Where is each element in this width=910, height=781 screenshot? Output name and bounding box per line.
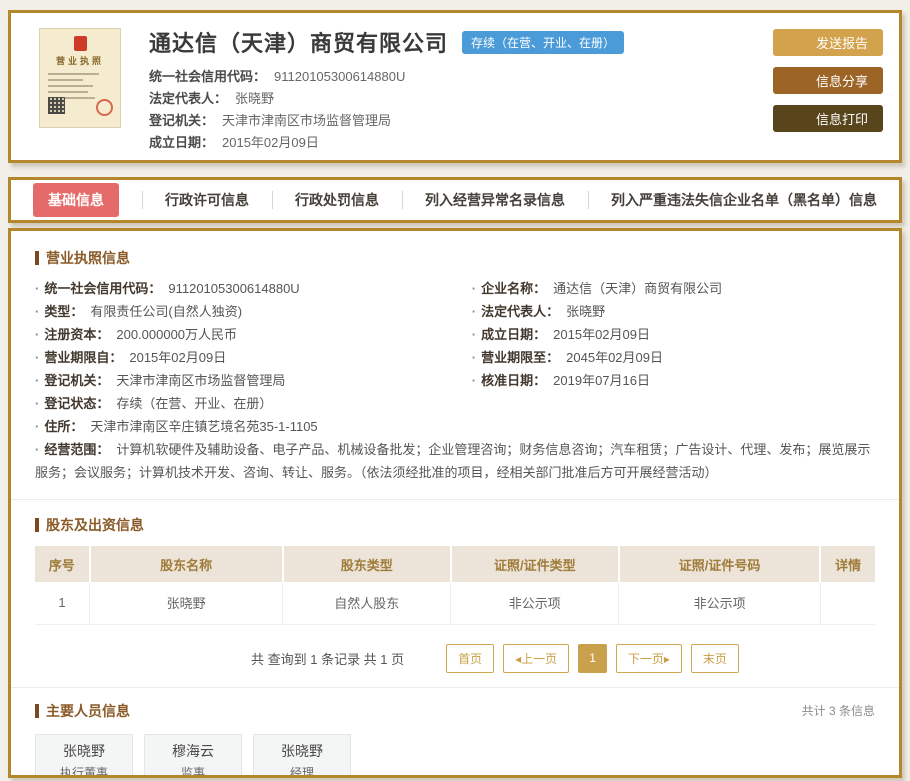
cell-name: 张晓野 [89, 582, 284, 625]
business-license-image: 营业执照 [39, 28, 121, 128]
field-term-to: 营业期限至：2045年02月09日 [472, 346, 875, 369]
header-field-credit-code: 统一社会信用代码： 91120105300614880U [149, 69, 406, 84]
print-info-button[interactable]: 信息打印 [773, 105, 883, 132]
personnel-role: 监事 [180, 765, 205, 778]
personnel-name: 张晓野 [63, 742, 105, 759]
table-header-row: 序号 股东名称 股东类型 证照/证件类型 证照/证件号码 详情 [35, 546, 875, 582]
field-credit-code: 统一社会信用代码：91120105300614880U [35, 277, 472, 300]
tab-divider [587, 191, 589, 209]
cell-type: 自然人股东 [282, 582, 452, 625]
red-seal-icon [96, 99, 113, 116]
tab-basic-info[interactable]: 基础信息 [33, 183, 119, 217]
last-page-button[interactable]: 末页 [690, 643, 739, 673]
shareholders-section: 股东及出资信息 序号 股东名称 股东类型 证照/证件类型 证照/证件号码 详情 … [11, 499, 899, 673]
tab-admin-license[interactable]: 行政许可信息 [165, 190, 249, 210]
personnel-section-title: 主要人员信息 [35, 701, 130, 721]
company-header-card: 营业执照 通达信（天津）商贸有限公司 存续（在营、开业、在册） 统一社会信用代码… [8, 10, 902, 163]
shareholders-section-title: 股东及出资信息 [35, 515, 875, 535]
first-page-button[interactable]: 首页 [446, 643, 495, 673]
field-registration-status: 登记状态：存续（在营、开业、在册） [35, 392, 472, 415]
company-summary: 通达信（天津）商贸有限公司 存续（在营、开业、在册） 统一社会信用代码： 9112… [149, 26, 773, 150]
field-term-from: 营业期限自：2015年02月09日 [35, 346, 472, 369]
col-index: 序号 [35, 546, 91, 582]
shareholders-table: 序号 股东名称 股东类型 证照/证件类型 证照/证件号码 详情 1 张晓野 自然… [35, 546, 875, 625]
col-cert-number: 证照/证件号码 [618, 546, 822, 582]
field-approval-date: 核准日期：2019年07月16日 [472, 369, 875, 392]
field-registered-capital: 注册资本：200.000000万人民币 [35, 323, 472, 346]
personnel-section: 主要人员信息 共计 3 条信息 张晓野 执行董事 穆海云 监事 张晓野 经理 [11, 686, 899, 778]
tab-divider [141, 191, 143, 209]
cell-index: 1 [35, 582, 91, 625]
personnel-name: 穆海云 [172, 742, 214, 759]
current-page-button[interactable]: 1 [578, 643, 607, 673]
personnel-cards: 张晓野 执行董事 穆海云 监事 张晓野 经理 [35, 733, 875, 778]
header-field-established: 成立日期： 2015年02月09日 [149, 135, 319, 150]
personnel-card[interactable]: 穆海云 监事 [144, 733, 242, 778]
personnel-count: 共计 3 条信息 [801, 704, 875, 718]
main-content-card: 营业执照信息 统一社会信用代码：91120105300614880U 企业名称：… [8, 228, 902, 778]
field-legal-rep: 法定代表人：张晓野 [472, 300, 875, 323]
field-registry-authority: 登记机关：天津市津南区市场监督管理局 [35, 369, 472, 392]
header-field-legal-rep: 法定代表人： 张晓野 [149, 91, 275, 106]
share-info-button[interactable]: 信息分享 [773, 67, 883, 94]
col-detail: 详情 [820, 546, 875, 582]
tab-blacklist[interactable]: 列入严重违法失信企业名单（黑名单）信息 [611, 190, 877, 210]
tab-bar: 基础信息 行政许可信息 行政处罚信息 列入经营异常名录信息 列入严重违法失信企业… [8, 177, 902, 223]
tab-abnormal-operations[interactable]: 列入经营异常名录信息 [425, 190, 565, 210]
tab-divider [401, 191, 403, 209]
prev-page-button[interactable]: ◂上一页 [503, 643, 570, 673]
license-info-fields: 统一社会信用代码：91120105300614880U 企业名称：通达信（天津）… [35, 277, 875, 484]
pagination-summary: 共 查询到 1 条记录 共 1 页 [251, 651, 405, 667]
col-type: 股东类型 [282, 546, 452, 582]
national-emblem-icon [73, 36, 87, 51]
tab-admin-penalty[interactable]: 行政处罚信息 [295, 190, 379, 210]
status-badge: 存续（在营、开业、在册） [462, 30, 625, 54]
field-company-name: 企业名称：通达信（天津）商贸有限公司 [472, 277, 875, 300]
personnel-role: 执行董事 [59, 765, 108, 778]
license-text-lines [48, 73, 112, 99]
cell-cert-type: 非公示项 [450, 582, 620, 625]
next-page-button[interactable]: 下一页▸ [615, 643, 682, 673]
company-name-title: 通达信（天津）商贸有限公司 [149, 31, 449, 56]
field-company-type: 类型：有限责任公司(自然人独资) [35, 300, 472, 323]
tab-divider [271, 191, 273, 209]
cell-detail [819, 582, 875, 625]
license-info-section-title: 营业执照信息 [35, 248, 875, 268]
table-row: 1 张晓野 自然人股东 非公示项 非公示项 [35, 582, 875, 625]
personnel-card[interactable]: 张晓野 经理 [253, 733, 351, 778]
field-establish-date: 成立日期：2015年02月09日 [472, 323, 875, 346]
field-business-scope: 经营范围：计算机软硬件及辅助设备、电子产品、机械设备批发；企业管理咨询；财务信息… [35, 438, 875, 484]
personnel-card[interactable]: 张晓野 执行董事 [35, 733, 133, 778]
license-info-section: 营业执照信息 统一社会信用代码：91120105300614880U 企业名称：… [11, 248, 899, 484]
col-cert-type: 证照/证件类型 [450, 546, 620, 582]
qr-code-icon [48, 97, 65, 114]
header-field-registry: 登记机关： 天津市津南区市场监督管理局 [149, 113, 392, 128]
send-report-button[interactable]: 发送报告 [773, 29, 883, 56]
header-actions: 发送报告 信息分享 信息打印 [773, 26, 883, 150]
license-image-title: 营业执照 [55, 56, 104, 66]
field-address: 住所：天津市津南区辛庄镇艺境名苑35-1-1105 [35, 415, 875, 438]
personnel-name: 张晓野 [281, 742, 323, 759]
pagination: 共 查询到 1 条记录 共 1 页 首页 ◂上一页 1 下一页▸ 末页 [35, 643, 875, 673]
personnel-role: 经理 [289, 765, 314, 778]
col-name: 股东名称 [89, 546, 284, 582]
cell-cert-number: 非公示项 [618, 582, 821, 625]
